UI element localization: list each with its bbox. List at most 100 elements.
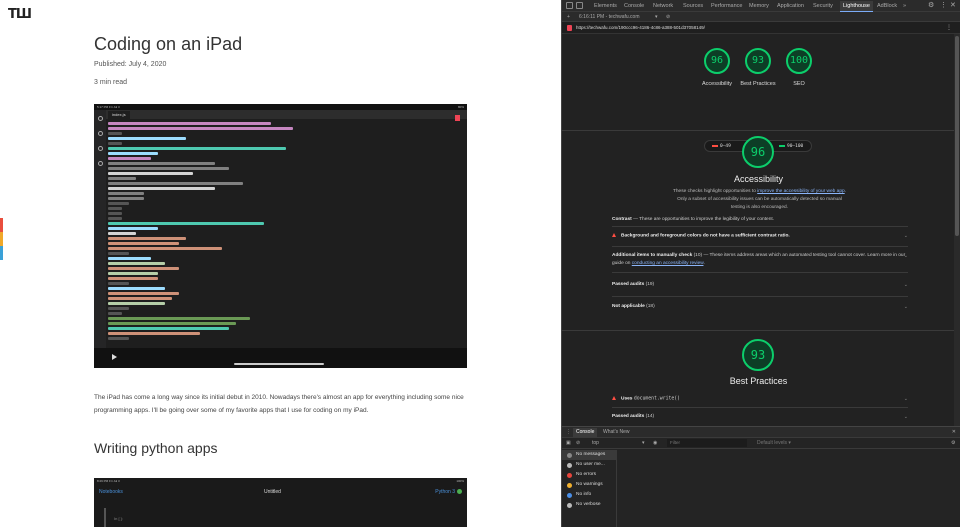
report-session-chevron-icon[interactable]: ▾ bbox=[655, 13, 658, 21]
not-applicable-group[interactable]: Not applicable (18) ⌄ bbox=[612, 304, 908, 310]
ipad-status-bar-2: 8:29 PM Fri Jul 3 100% bbox=[94, 478, 467, 484]
audit-divider bbox=[612, 246, 908, 247]
tab-adblock[interactable]: AdBlock bbox=[877, 1, 897, 11]
console-filter-warnings-label: No warnings bbox=[576, 482, 603, 487]
cell-prompt: In [ ]: bbox=[114, 516, 123, 521]
lighthouse-report-bar: + 6:16:11 PM - techwafu.com ▾ ⊘ bbox=[562, 12, 960, 22]
expand-chevron-icon[interactable]: ⌄ bbox=[904, 233, 908, 239]
console-filter-errors[interactable]: No errors bbox=[562, 470, 616, 480]
tab-memory[interactable]: Memory bbox=[749, 1, 769, 11]
edge-accent-red bbox=[0, 218, 3, 232]
audit-document-write[interactable]: Uses document.write() ⌄ bbox=[612, 396, 908, 402]
more-options-icon[interactable]: ⋮ bbox=[940, 1, 947, 9]
manual-checks-group[interactable]: Additional items to manually check (10) … bbox=[612, 252, 908, 268]
passed-audits-group[interactable]: Passed audits (19) ⌄ bbox=[612, 282, 908, 288]
clear-report-icon[interactable]: ⊘ bbox=[666, 13, 670, 21]
console-filter-verbose[interactable]: No verbose bbox=[562, 500, 616, 510]
device-toolbar-icon[interactable] bbox=[576, 2, 583, 9]
console-settings-icon[interactable]: ⚙ bbox=[951, 440, 955, 446]
report-scrollbar[interactable] bbox=[954, 34, 960, 426]
contrast-group-desc: — These are opportunities to improve the… bbox=[631, 217, 775, 222]
tab-lighthouse[interactable]: Lighthouse bbox=[840, 1, 873, 12]
editor-tab-index-js: index.js bbox=[108, 111, 130, 119]
user-icon bbox=[567, 463, 572, 468]
expand-chevron-icon[interactable]: ⌄ bbox=[904, 304, 908, 310]
drawer-tab-whats-new[interactable]: What's New bbox=[603, 428, 630, 437]
console-filter-info[interactable]: No info bbox=[562, 490, 616, 500]
gauge-label-seo: SEO bbox=[793, 81, 805, 87]
inspect-element-icon[interactable] bbox=[566, 2, 573, 9]
close-devtools-icon[interactable]: ✕ bbox=[950, 1, 956, 9]
console-filter-messages-label: No messages bbox=[576, 452, 606, 457]
console-toolbar: ▣ ⊘ top ▾ ◉ Filter Default levels ▾ ⚙ bbox=[562, 438, 960, 449]
bp-passed-audits-group[interactable]: Passed audits (14) ⌄ bbox=[612, 414, 908, 420]
accessibility-score-gauge: 96 bbox=[742, 136, 774, 168]
tab-console[interactable]: Console bbox=[624, 1, 644, 11]
settings-gear-icon[interactable]: ⚙ bbox=[928, 1, 934, 9]
fail-triangle-icon bbox=[612, 396, 616, 400]
fail-triangle-icon bbox=[612, 233, 616, 237]
files-icon bbox=[97, 116, 103, 121]
expand-chevron-icon[interactable]: ⌄ bbox=[904, 396, 908, 402]
bp-passed-audits-label: Passed audits bbox=[612, 414, 645, 419]
git-icon bbox=[97, 146, 103, 151]
tab-security[interactable]: Security bbox=[813, 1, 833, 11]
clear-console-icon[interactable]: ⊘ bbox=[576, 440, 580, 446]
console-filter-info-label: No info bbox=[576, 492, 592, 497]
accessibility-learn-link[interactable]: improve the accessibility of your web ap… bbox=[757, 189, 844, 194]
drawer-tab-console[interactable]: Console bbox=[573, 428, 598, 437]
manual-checks-count: (10) bbox=[692, 253, 703, 258]
tab-network[interactable]: Network bbox=[653, 1, 673, 11]
accessibility-title: Accessibility bbox=[733, 174, 783, 184]
report-session-select[interactable]: 6:16:11 PM - techwafu.com bbox=[579, 13, 640, 21]
audit-contrast-ratio[interactable]: Background and foreground colors do not … bbox=[612, 233, 908, 239]
tab-elements[interactable]: Elements bbox=[594, 1, 617, 11]
passed-audits-count: (19) bbox=[644, 282, 655, 287]
manual-checks-label: Additional items to manually check bbox=[612, 253, 693, 258]
tab-sources[interactable]: Sources bbox=[683, 1, 703, 11]
console-filter-user-messages[interactable]: No user me... bbox=[562, 460, 616, 470]
manual-checks-end: . bbox=[703, 261, 705, 266]
context-select[interactable]: top bbox=[592, 440, 599, 446]
blog-page: ТШ Coding on an iPad Published: July 4, … bbox=[0, 0, 561, 527]
console-filter-messages[interactable]: No messages bbox=[562, 450, 616, 460]
drawer-tabs: ⋮ Console What's New ✕ bbox=[562, 427, 960, 438]
section-heading: Writing python apps bbox=[94, 440, 218, 456]
drawer-menu-icon[interactable]: ⋮ bbox=[566, 428, 571, 437]
error-icon bbox=[567, 473, 572, 478]
best-practices-title: Best Practices bbox=[729, 376, 788, 386]
code-content bbox=[108, 122, 463, 344]
accessibility-review-link[interactable]: conducting an accessibility review bbox=[632, 261, 704, 266]
console-drawer: ⋮ Console What's New ✕ ▣ ⊘ top ▾ ◉ Filte… bbox=[562, 426, 960, 527]
tab-application[interactable]: Application bbox=[777, 1, 804, 11]
play-icon bbox=[112, 354, 117, 360]
gauge-accessibility[interactable]: 96 bbox=[704, 48, 730, 74]
live-expression-eye-icon[interactable]: ◉ bbox=[653, 440, 657, 446]
new-report-icon[interactable]: + bbox=[567, 13, 570, 21]
expand-chevron-icon[interactable]: ⌄ bbox=[904, 414, 908, 420]
site-logo[interactable]: ТШ bbox=[8, 7, 32, 22]
console-filter-user-label: No user me... bbox=[576, 462, 605, 467]
gauge-seo[interactable]: 100 bbox=[786, 48, 812, 74]
report-url[interactable]: https://techwafu.com/190ccc96-4186-4c86-… bbox=[576, 25, 705, 30]
expand-chevron-icon[interactable]: ⌄ bbox=[904, 252, 908, 260]
notebook-title: Untitled bbox=[264, 489, 281, 495]
bp-passed-audits-count: (14) bbox=[644, 414, 655, 419]
console-filter-input[interactable]: Filter bbox=[667, 439, 747, 447]
context-chevron-icon[interactable]: ▾ bbox=[642, 440, 645, 446]
console-filter-warnings[interactable]: No warnings bbox=[562, 480, 616, 490]
gauge-best-practices[interactable]: 93 bbox=[745, 48, 771, 74]
accessibility-desc-text: These checks highlight opportunities to bbox=[672, 189, 756, 194]
article-title: Coding on an iPad bbox=[94, 34, 243, 54]
report-menu-icon[interactable]: ⋮ bbox=[946, 24, 952, 31]
log-levels-select[interactable]: Default levels ▾ bbox=[757, 440, 791, 446]
scrollbar-thumb[interactable] bbox=[955, 36, 959, 236]
edge-accent-blue bbox=[0, 246, 3, 260]
tab-performance[interactable]: Performance bbox=[711, 1, 743, 11]
close-drawer-icon[interactable]: ✕ bbox=[952, 428, 956, 437]
intro-paragraph: The iPad has come a long way since its i… bbox=[94, 394, 464, 414]
more-tabs-button[interactable]: » bbox=[903, 1, 906, 11]
home-indicator bbox=[234, 363, 324, 365]
expand-chevron-icon[interactable]: ⌄ bbox=[904, 282, 908, 288]
console-sidebar-toggle-icon[interactable]: ▣ bbox=[566, 440, 571, 446]
